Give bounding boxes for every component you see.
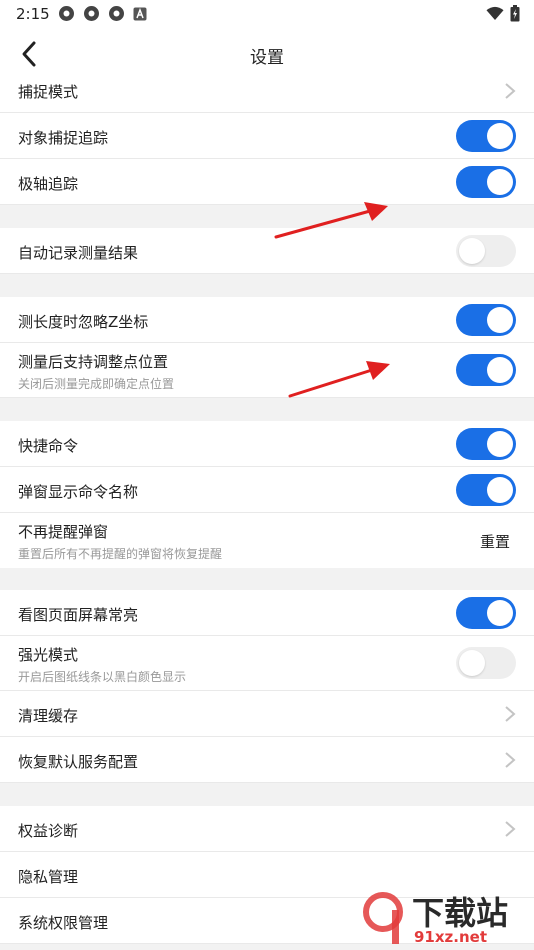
sys-perm-label: 系统权限管理 — [18, 914, 109, 932]
a-icon — [133, 7, 147, 20]
status-system-icons — [486, 5, 520, 22]
screen-on-label: 看图页面屏幕常亮 — [18, 606, 139, 624]
ignore-z-toggle[interactable] — [456, 304, 516, 336]
no-remind-label: 不再提醒弹窗 — [18, 523, 109, 541]
notification-icon — [84, 6, 99, 21]
status-notification-icons — [58, 5, 147, 22]
toggle-knob — [459, 238, 485, 264]
battery-icon — [510, 5, 520, 22]
popup-name-row: 弹窗显示命令名称 — [0, 467, 534, 513]
strong-light-row: 强光模式 开启后图纸线条以黑白颜色显示 — [0, 636, 534, 691]
popup-name-label: 弹窗显示命令名称 — [18, 483, 139, 501]
popup-name-toggle[interactable] — [456, 474, 516, 506]
notification-icon — [59, 6, 74, 21]
restore-default-label: 恢复默认服务配置 — [18, 753, 139, 771]
clear-cache-row[interactable]: 清理缓存 — [0, 691, 534, 737]
toggle-knob — [487, 357, 513, 383]
ignore-z-row: 测长度时忽略Z坐标 — [0, 297, 534, 343]
strong-light-toggle[interactable] — [456, 647, 516, 679]
chevron-right-icon — [504, 751, 516, 769]
polar-tracking-label: 极轴追踪 — [18, 175, 79, 193]
chevron-right-icon — [504, 705, 516, 723]
privacy-row[interactable]: 隐私管理 — [0, 852, 534, 898]
shortcut-label: 快捷命令 — [18, 437, 79, 455]
capture-mode-row[interactable]: 捕捉模式 — [0, 68, 534, 113]
status-bar: 2:15 — [0, 0, 534, 28]
shortcut-toggle[interactable] — [456, 428, 516, 460]
polar-tracking-toggle[interactable] — [456, 166, 516, 198]
auto-record-toggle[interactable] — [456, 235, 516, 267]
sys-perm-row[interactable]: 系统权限管理 — [0, 898, 534, 944]
notification-icon — [109, 6, 124, 21]
strong-light-subtitle: 开启后图纸线条以黑白颜色显示 — [18, 670, 187, 684]
chevron-right-icon — [504, 82, 516, 100]
toggle-knob — [487, 600, 513, 626]
adjust-point-toggle[interactable] — [456, 354, 516, 386]
restore-default-row[interactable]: 恢复默认服务配置 — [0, 737, 534, 783]
privacy-label: 隐私管理 — [18, 868, 79, 886]
polar-tracking-row: 极轴追踪 — [0, 159, 534, 205]
adjust-point-subtitle: 关闭后测量完成即确定点位置 — [18, 377, 175, 391]
auto-record-label: 自动记录测量结果 — [18, 244, 139, 262]
rights-diag-row[interactable]: 权益诊断 — [0, 806, 534, 852]
strong-light-label: 强光模式 — [18, 646, 79, 664]
auto-record-row: 自动记录测量结果 — [0, 228, 534, 274]
chevron-right-icon — [504, 820, 516, 838]
object-snap-label: 对象捕捉追踪 — [18, 129, 109, 147]
toggle-knob — [487, 123, 513, 149]
screen-on-row: 看图页面屏幕常亮 — [0, 590, 534, 636]
no-remind-row: 不再提醒弹窗 重置后所有不再提醒的弹窗将恢复提醒 重置 — [0, 513, 534, 568]
ignore-z-label: 测长度时忽略Z坐标 — [18, 313, 149, 331]
shortcut-row: 快捷命令 — [0, 421, 534, 467]
page-title: 设置 — [250, 48, 284, 68]
adjust-point-label: 测量后支持调整点位置 — [18, 353, 169, 371]
toggle-knob — [487, 431, 513, 457]
screen-on-toggle[interactable] — [456, 597, 516, 629]
object-snap-toggle[interactable] — [456, 120, 516, 152]
toggle-knob — [487, 307, 513, 333]
clear-cache-label: 清理缓存 — [18, 707, 79, 725]
capture-mode-label: 捕捉模式 — [18, 83, 79, 101]
object-snap-row: 对象捕捉追踪 — [0, 113, 534, 159]
toggle-knob — [459, 650, 485, 676]
rights-diag-label: 权益诊断 — [18, 822, 79, 840]
toggle-knob — [487, 477, 513, 503]
wifi-icon — [486, 6, 504, 20]
toggle-knob — [487, 169, 513, 195]
status-time: 2:15 — [16, 5, 50, 23]
no-remind-subtitle: 重置后所有不再提醒的弹窗将恢复提醒 — [18, 547, 223, 561]
reset-button[interactable]: 重置 — [480, 531, 510, 552]
adjust-point-row: 测量后支持调整点位置 关闭后测量完成即确定点位置 — [0, 343, 534, 398]
